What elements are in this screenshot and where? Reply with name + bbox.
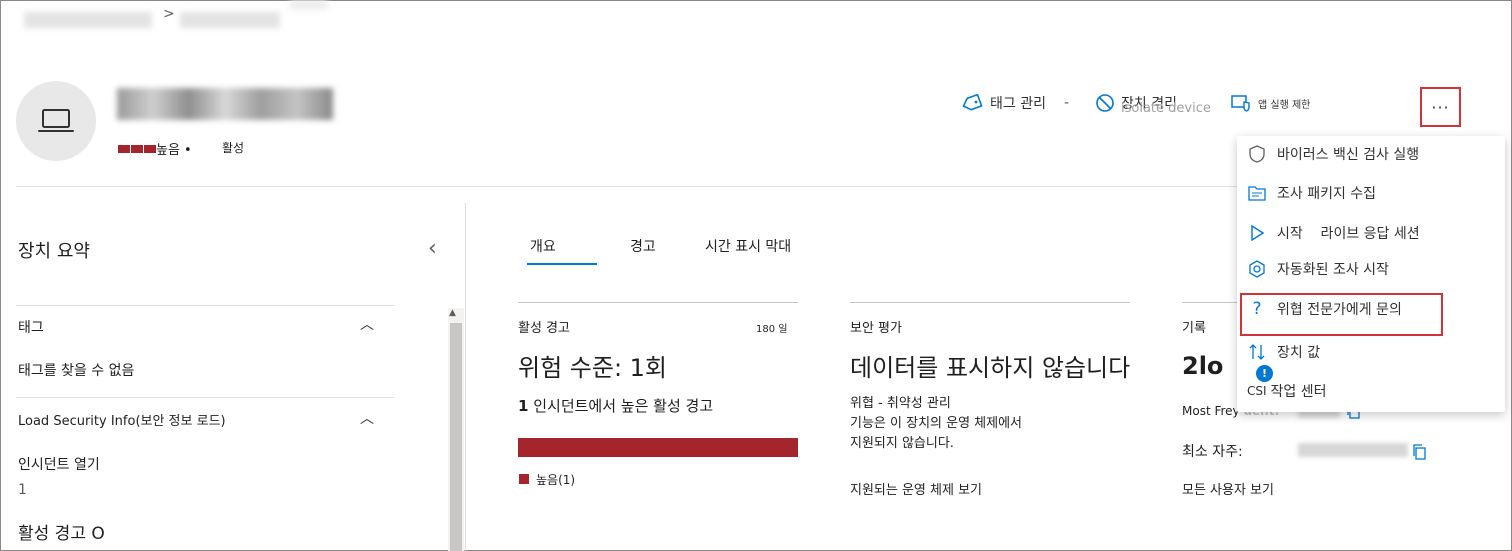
manage-tags-label: 태그 관리 — [990, 96, 1046, 112]
no-tags-text: 태그를 찾을 수 없음 — [18, 363, 135, 379]
card-divider — [518, 302, 798, 303]
incident-alerts-text: 1 인시던트에서 높은 활성 경고 — [518, 395, 713, 416]
legend-high-label: 높음(1) — [536, 473, 576, 487]
consult-expert-highlight — [1240, 293, 1443, 336]
menu-item-label: 바이러스 백신 검사 실행 — [1277, 147, 1420, 163]
info-badge-icon: ! — [1256, 365, 1273, 382]
tvm-unsupported-text: 위협 - 취약성 관리 기능은 이 장치의 운영 체제에서 지원되지 않습니다. — [850, 394, 1022, 454]
breadcrumb-redacted — [290, 0, 328, 10]
restrict-app-label: 앱 실행 제한 — [1258, 99, 1311, 111]
isolate-device-ghost-text: isolate device — [1121, 101, 1211, 116]
active-tab-indicator — [527, 263, 597, 265]
panel-divider — [465, 203, 466, 551]
isolate-device-button[interactable]: 장치 격리 isolate device — [1095, 93, 1211, 116]
health-status-text: 활성 — [222, 141, 245, 155]
tab-alerts[interactable]: 경고 — [630, 236, 656, 256]
least-frequent-label: 최소 자주: — [1182, 444, 1243, 460]
tvm-line-2: 기능은 이 장치의 운영 체제에서 — [850, 416, 1023, 431]
security-assessment-title: 보안 평가 — [850, 321, 902, 336]
menu-item-label: 시작 라이브 응답 세션 — [1277, 226, 1420, 242]
sort-arrows-icon — [1247, 343, 1267, 361]
device-name-redacted — [117, 88, 333, 120]
tab-timeline[interactable]: 시간 표시 막대 — [705, 236, 791, 256]
scroll-up-icon[interactable]: ▲ — [449, 308, 456, 318]
tvm-line-1: 위협 - 취약성 관리 — [850, 396, 951, 411]
folder-icon — [1247, 185, 1267, 201]
breadcrumb-item-redacted[interactable] — [24, 12, 152, 28]
menu-item-label: 장치 값 — [1277, 345, 1321, 361]
open-incidents-value: 1 — [18, 482, 27, 498]
copy-icon[interactable] — [1412, 443, 1428, 461]
restrict-app-button[interactable]: 앱 실행 제한 — [1230, 93, 1310, 113]
menu-item-automated-investigation[interactable]: 자동화된 조사 시작 — [1247, 259, 1389, 279]
menu-item-action-center[interactable]: CSI 작업 센터 — [1247, 381, 1327, 401]
menu-item-device-value[interactable]: 장치 값 — [1247, 342, 1320, 362]
menu-item-collect-package[interactable]: 조사 패키지 수집 — [1247, 183, 1376, 203]
active-alerts-label: 활성 경고 O — [18, 524, 105, 544]
block-icon — [1096, 94, 1114, 112]
menu-item-label: 자동화된 조사 시작 — [1277, 262, 1389, 278]
breadcrumb-separator: > — [163, 6, 175, 22]
chevron-up-icon[interactable]: ︿ — [360, 408, 374, 428]
tag-icon — [962, 94, 983, 111]
shield-app-icon — [1231, 95, 1250, 112]
risk-level-bars — [118, 145, 156, 153]
tab-overview[interactable]: 개요 — [530, 236, 556, 256]
risk-level-text: 높음 • — [156, 143, 192, 158]
tvm-line-3: 지원되지 않습니다. — [850, 436, 954, 451]
gear-hex-icon — [1247, 260, 1267, 278]
shield-icon — [1247, 145, 1267, 163]
collapse-panel-chevron-icon[interactable]: ‹ — [428, 236, 437, 261]
manage-tags-button[interactable]: 태그 관리 - — [960, 93, 1069, 113]
play-icon — [1247, 225, 1267, 241]
tags-section-header[interactable]: 태그 — [18, 317, 44, 337]
menu-item-label: 작업 센터 — [1270, 384, 1327, 400]
card-divider — [850, 302, 1130, 303]
most-frequent-text: Most Frey — [1182, 404, 1240, 418]
laptop-icon — [38, 109, 74, 132]
device-summary-title: 장치 요약 — [18, 241, 90, 262]
ellipsis-icon: ··· — [1431, 97, 1450, 117]
incident-count: 1 — [518, 397, 529, 415]
view-supported-os-link[interactable]: 지원되는 운영 체제 보기 — [850, 479, 982, 498]
menu-item-antivirus-scan[interactable]: 바이러스 백신 검사 실행 — [1247, 144, 1419, 164]
scrollbar-thumb[interactable] — [450, 323, 462, 551]
legend-swatch-high — [519, 474, 529, 484]
menu-item-label: 조사 패키지 수집 — [1277, 186, 1377, 202]
view-all-users-link[interactable]: 모든 사용자 보기 — [1182, 479, 1274, 498]
logged-on-heading: 2lo — [1182, 352, 1224, 380]
alerts-period-label: 180 일 — [756, 324, 788, 335]
incident-description: 인시던트에서 높은 활성 경고 — [533, 397, 714, 415]
card-divider — [1182, 302, 1238, 303]
active-alerts-card-title: 활성 경고 — [518, 321, 570, 336]
section-divider — [16, 397, 394, 398]
alert-severity-bar — [518, 438, 798, 457]
logged-on-users-title: 기록 — [1182, 321, 1206, 336]
no-data-heading: 데이터를 표시하지 않습니다 — [850, 354, 1131, 382]
section-divider — [16, 305, 394, 306]
device-avatar — [16, 81, 96, 161]
menu-item-live-response[interactable]: 시작 라이브 응답 세션 — [1247, 223, 1420, 243]
open-incidents-label: 인시던트 열기 — [18, 457, 100, 473]
least-frequent-user-redacted — [1298, 443, 1408, 457]
load-security-info-header[interactable]: Load Security Info(보안 정보 로드) — [18, 410, 226, 429]
breadcrumb-item-redacted[interactable] — [180, 12, 280, 28]
chevron-up-icon[interactable]: ︿ — [360, 314, 374, 334]
risk-level-heading: 위험 수준: 1회 — [518, 354, 668, 382]
csi-icon: CSI — [1247, 384, 1267, 398]
more-actions-menu: 바이러스 백신 검사 실행 조사 패키지 수집 시작 라이브 응답 세션 자동화… — [1237, 136, 1505, 412]
more-actions-button[interactable]: ··· — [1420, 87, 1461, 127]
